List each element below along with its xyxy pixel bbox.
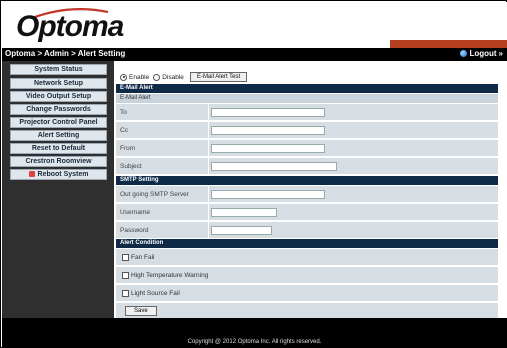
subject-input[interactable] xyxy=(211,162,337,171)
sidebar-item-crestron-roomview[interactable]: Crestron Roomview xyxy=(10,156,107,167)
row-username: Username xyxy=(116,204,498,221)
section-smtp-setting: SMTP Setting xyxy=(116,176,498,185)
username-input[interactable] xyxy=(211,208,277,217)
sidebar-item-alert-setting[interactable]: Alert Setting xyxy=(10,130,107,141)
reboot-icon xyxy=(28,171,35,178)
from-input[interactable] xyxy=(211,144,325,153)
sidebar-item-reboot-system[interactable]: Reboot System xyxy=(10,169,107,180)
enable-radio[interactable] xyxy=(120,73,127,81)
main-content: Enable Disable E-Mail Alert Test E-Mail … xyxy=(114,61,507,320)
light-source-fail-checkbox[interactable] xyxy=(122,290,129,297)
row-smtp-server: Out going SMTP Server xyxy=(116,186,498,203)
enable-row: Enable Disable E-Mail Alert Test xyxy=(120,71,248,83)
row-to: To xyxy=(116,104,498,121)
row-from: From xyxy=(116,140,498,157)
to-label: To xyxy=(120,104,209,121)
subheader-email-alert: E-Mail Alert xyxy=(116,94,498,103)
cc-label: Cc xyxy=(120,122,209,139)
high-temperature-checkbox[interactable] xyxy=(122,272,129,279)
from-label: From xyxy=(120,140,209,157)
section-email-alert: E-Mail Alert xyxy=(116,84,498,93)
fan-fail-checkbox[interactable] xyxy=(122,254,129,261)
row-high-temperature: High Temperature Warning xyxy=(116,267,498,284)
light-source-fail-label: Light Source Fail xyxy=(131,290,180,297)
logout-label: Logout xyxy=(469,49,497,58)
row-fan-fail: Fan Fail xyxy=(116,249,498,266)
nav-strip: Optoma > Admin > Alert Setting Logout » xyxy=(2,48,507,61)
footer: Copyright @ 2012 Optoma Inc. All rights … xyxy=(2,318,507,348)
sidebar-item-change-passwords[interactable]: Change Passwords xyxy=(10,104,107,115)
globe-icon xyxy=(460,50,468,57)
smtp-server-input[interactable] xyxy=(211,190,325,199)
email-alert-test-button[interactable]: E-Mail Alert Test xyxy=(189,72,248,82)
disable-radio[interactable] xyxy=(153,73,161,81)
sidebar-item-projector-control-panel[interactable]: Projector Control Panel xyxy=(10,117,107,128)
row-subject: Subject xyxy=(116,158,498,175)
save-button[interactable]: Save xyxy=(125,306,157,316)
reboot-label: Reboot System xyxy=(37,171,89,178)
subject-label: Subject xyxy=(120,158,209,175)
username-label: Username xyxy=(120,204,209,221)
sidebar-item-network-setup[interactable]: Network Setup xyxy=(10,78,107,89)
sidebar-item-reset-to-default[interactable]: Reset to Default xyxy=(10,143,107,154)
page-frame: Optoma Optoma > Admin > Alert Setting Lo… xyxy=(0,0,507,348)
enable-label: Enable xyxy=(129,73,150,81)
header-accent-bar xyxy=(390,40,507,48)
row-cc: Cc xyxy=(116,122,498,139)
sidebar-item-video-output-setup[interactable]: Video Output Setup xyxy=(10,91,107,102)
section-alert-condition: Alert Condition xyxy=(116,239,498,248)
header: Optoma xyxy=(2,2,507,48)
logo: Optoma xyxy=(16,10,124,43)
high-temperature-label: High Temperature Warning xyxy=(131,272,209,279)
copyright-text: Copyright @ 2012 Optoma Inc. All rights … xyxy=(187,339,322,345)
to-input[interactable] xyxy=(211,108,325,117)
logout-link[interactable]: Logout » xyxy=(460,49,503,58)
row-light-source-fail: Light Source Fail xyxy=(116,285,498,302)
sidebar-item-system-status[interactable]: System Status xyxy=(10,64,107,75)
row-password: Password xyxy=(116,222,498,239)
cc-input[interactable] xyxy=(211,126,325,135)
breadcrumb: Optoma > Admin > Alert Setting xyxy=(5,49,126,58)
disable-label: Disable xyxy=(162,73,184,81)
sidebar: System Status Network Setup Video Output… xyxy=(2,61,114,318)
logout-arrow: » xyxy=(498,49,503,58)
password-label: Password xyxy=(120,222,209,239)
fan-fail-label: Fan Fail xyxy=(131,254,155,261)
smtp-server-label: Out going SMTP Server xyxy=(120,186,209,203)
password-input[interactable] xyxy=(211,226,272,235)
